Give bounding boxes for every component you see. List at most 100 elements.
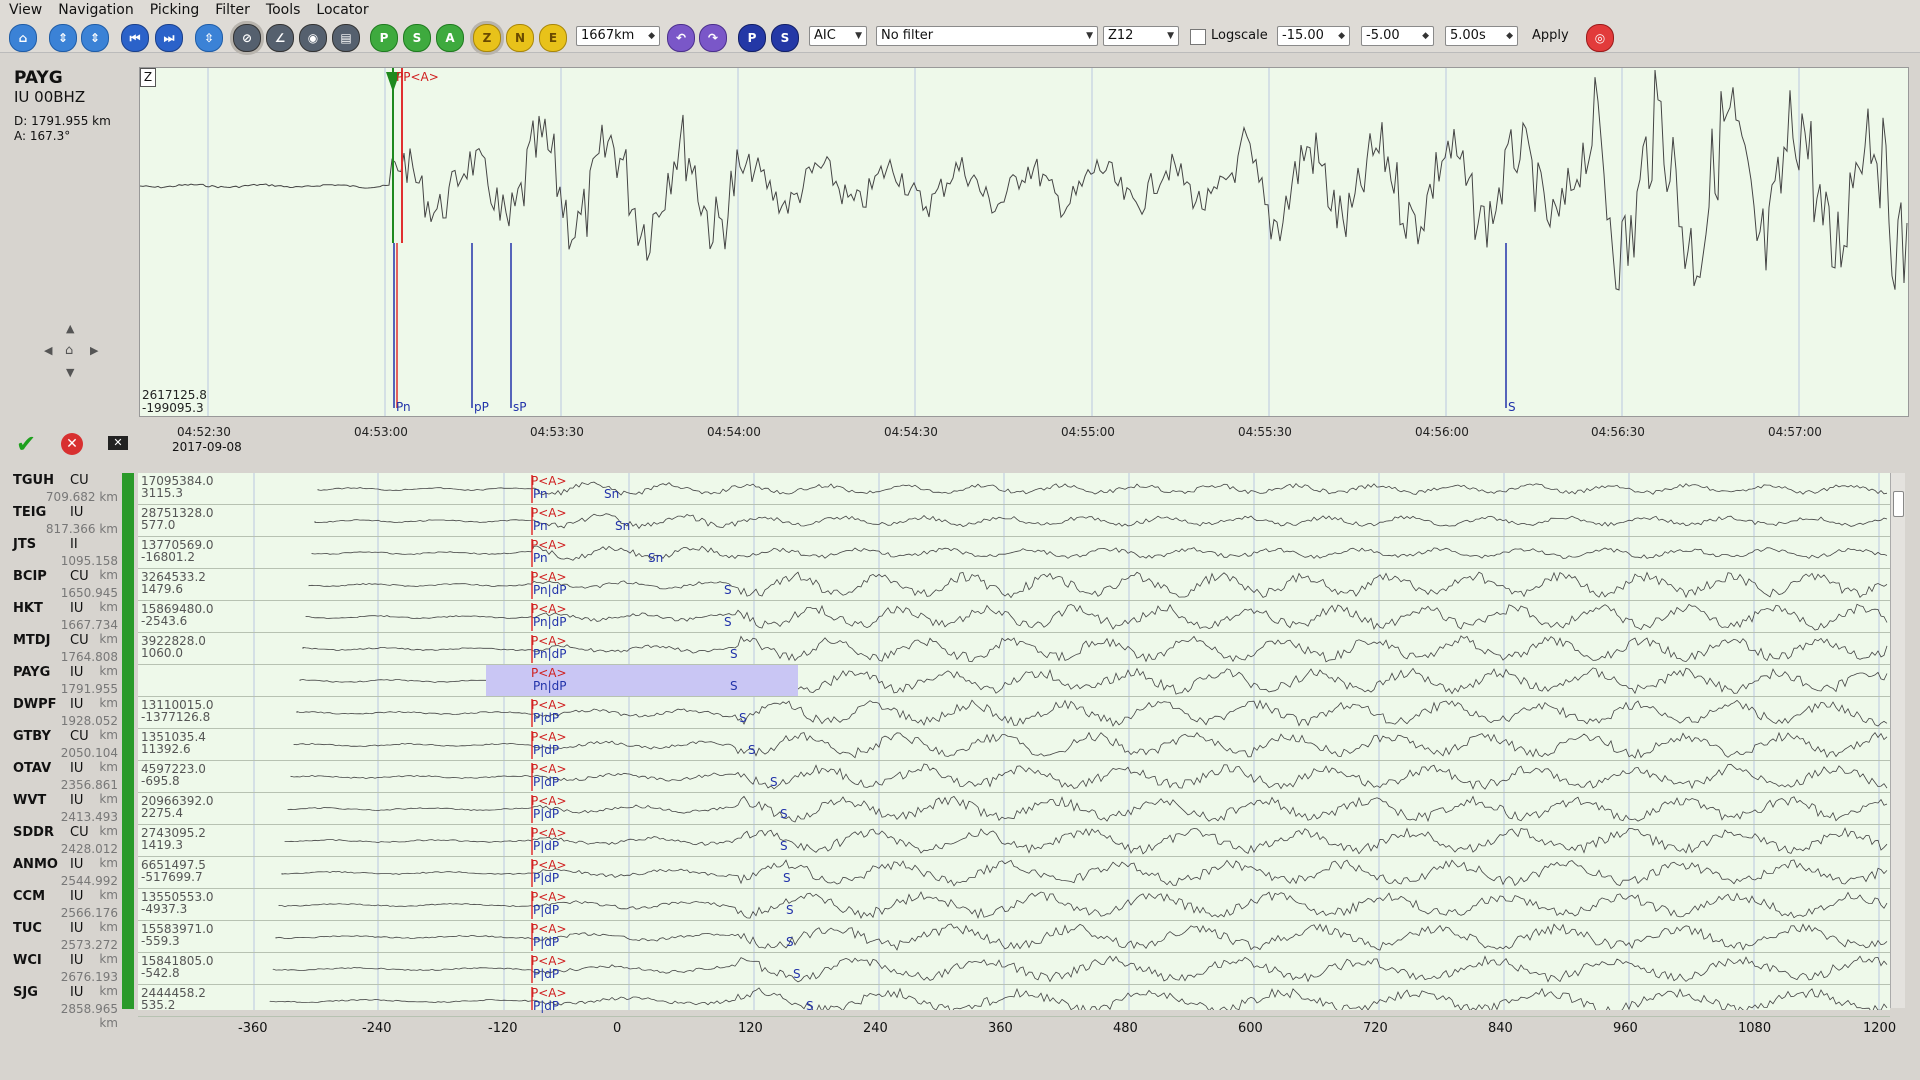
scrollbar-handle[interactable]: [1893, 491, 1904, 517]
phase-label-s: S: [793, 967, 801, 981]
next-icon[interactable]: ⏭: [155, 24, 183, 52]
logscale-checkbox[interactable]: [1190, 29, 1206, 45]
trace-row[interactable]: [138, 729, 1890, 761]
filter-select[interactable]: No filter ▼: [876, 26, 1098, 46]
pan-home-icon[interactable]: ⌂: [65, 343, 73, 358]
e-component-icon[interactable]: E: [539, 24, 567, 52]
menu-locator[interactable]: Locator: [308, 2, 376, 18]
trace-row[interactable]: [138, 697, 1890, 729]
trace-row[interactable]: [138, 505, 1890, 537]
p-pick-icon[interactable]: P: [370, 24, 398, 52]
menu-tools[interactable]: Tools: [258, 2, 309, 18]
scrollbar[interactable]: [1890, 473, 1905, 1008]
network-code: IU: [70, 665, 84, 680]
pan-down-icon[interactable]: ▼: [66, 366, 74, 379]
menu-navigation[interactable]: Navigation: [50, 2, 142, 18]
station-code[interactable]: BCIP: [13, 569, 47, 584]
p-phase-icon[interactable]: P: [738, 24, 766, 52]
trace-row[interactable]: [138, 793, 1890, 825]
station-info-panel: PAYG IU 00BHZ D: 1791.955 km A: 167.3° ▲…: [0, 64, 138, 424]
station-code[interactable]: CCM: [13, 889, 45, 904]
station-code[interactable]: ANMO: [13, 857, 58, 872]
trace-row[interactable]: [138, 953, 1890, 985]
z-component-icon[interactable]: Z: [473, 24, 501, 52]
station-code[interactable]: PAYG: [13, 665, 50, 680]
trace-row[interactable]: [138, 825, 1890, 857]
station-code[interactable]: DWPF: [13, 697, 57, 712]
relative-time-tick: 360: [988, 1021, 1013, 1036]
distance-spinbox[interactable]: 1667km ◆: [576, 26, 660, 46]
network-code: CU: [70, 473, 89, 488]
align-down-icon[interactable]: ⇕: [81, 24, 109, 52]
phase-label-p: Pn: [533, 487, 548, 501]
station-code[interactable]: HKT: [13, 601, 43, 616]
trace-row[interactable]: [138, 633, 1890, 665]
logscale-label: Logscale: [1211, 28, 1268, 43]
align-up-icon[interactable]: ⇕: [49, 24, 77, 52]
trace-row[interactable]: [138, 473, 1890, 505]
max-spinbox[interactable]: -5.00 ◆: [1361, 26, 1434, 46]
station-code[interactable]: OTAV: [13, 761, 51, 776]
component-select[interactable]: Z12 ▼: [1103, 26, 1179, 46]
trace-row[interactable]: [138, 921, 1890, 953]
station-code[interactable]: WCI: [13, 953, 42, 968]
station-list: TGUH CU 709.682 km TEIG IU 817.366 km JTS II 109…: [0, 473, 122, 1030]
time-tick-label: 04:56:30: [1591, 425, 1645, 439]
station-code[interactable]: SDDR: [13, 825, 54, 840]
min-value: -15.00: [1282, 28, 1324, 43]
redo-icon[interactable]: ↷: [699, 24, 727, 52]
s-pick-icon[interactable]: S: [403, 24, 431, 52]
time-spinbox[interactable]: 5.00s ◆: [1445, 26, 1518, 46]
station-code[interactable]: SJG: [13, 985, 38, 1000]
station-code[interactable]: TEIG: [13, 505, 46, 520]
reject-icon[interactable]: ✕: [61, 433, 83, 455]
menu-view[interactable]: View: [0, 2, 50, 18]
no-theoretical-icon[interactable]: ⊘: [233, 24, 261, 52]
trace-row[interactable]: [138, 761, 1890, 793]
menu-filter[interactable]: Filter: [207, 2, 258, 18]
pick-tag: P<A>: [531, 538, 567, 552]
accept-icon[interactable]: ✔: [16, 430, 36, 458]
print-icon[interactable]: ▤: [332, 24, 360, 52]
zoom-icon[interactable]: ◉: [299, 24, 327, 52]
prev-icon[interactable]: ⏮: [121, 24, 149, 52]
picker-select[interactable]: AIC ▼: [809, 26, 867, 46]
station-code[interactable]: JTS: [13, 537, 36, 552]
relative-time-tick: 480: [1113, 1021, 1138, 1036]
home-icon[interactable]: ⌂: [9, 24, 37, 52]
station-code[interactable]: MTDJ: [13, 633, 50, 648]
apply-button[interactable]: Apply: [1532, 26, 1569, 46]
trace-row[interactable]: [138, 665, 1890, 697]
trace-row[interactable]: [138, 857, 1890, 889]
pan-left-icon[interactable]: ◀: [44, 344, 52, 357]
menu-picking[interactable]: Picking: [142, 2, 207, 18]
trace-row[interactable]: [138, 569, 1890, 601]
pan-up-icon[interactable]: ▲: [66, 322, 74, 335]
target-icon[interactable]: ◎: [1586, 24, 1614, 52]
pan-right-icon[interactable]: ▶: [90, 344, 98, 357]
station-code[interactable]: WVT: [13, 793, 46, 808]
min-spinbox[interactable]: -15.00 ◆: [1277, 26, 1350, 46]
phase-label-s: Sn: [615, 519, 631, 533]
sort-icon[interactable]: ⇳: [195, 24, 223, 52]
trace-row[interactable]: [138, 601, 1890, 633]
n-component-icon[interactable]: N: [506, 24, 534, 52]
date-label: 2017-09-08: [172, 440, 242, 454]
trace-row[interactable]: [138, 889, 1890, 921]
undo-icon[interactable]: ↶: [667, 24, 695, 52]
amp-min-label: -559.3: [141, 934, 180, 948]
station-code[interactable]: TUC: [13, 921, 42, 936]
pick-tag: P<A>: [531, 922, 567, 936]
station-code[interactable]: GTBY: [13, 729, 51, 744]
amp-min-label: -517699.7: [141, 870, 203, 884]
station-code[interactable]: TGUH: [13, 473, 54, 488]
trace-list[interactable]: 17095384.0 3115.3 P<A> Pn Sn 28751328.0 577.0 P…: [138, 473, 1890, 1017]
s-phase-icon[interactable]: S: [771, 24, 799, 52]
main-waveform-plot[interactable]: PP<A> Pn pP sP S 2617125.8 -199095.3: [139, 67, 1909, 417]
eraser-icon[interactable]: ✕: [108, 436, 128, 450]
ruler-icon[interactable]: ∠: [266, 24, 294, 52]
trace-row[interactable]: [138, 985, 1890, 1017]
pick-tag: P<A>: [531, 602, 567, 616]
auto-pick-icon[interactable]: A: [436, 24, 464, 52]
trace-row[interactable]: [138, 537, 1890, 569]
